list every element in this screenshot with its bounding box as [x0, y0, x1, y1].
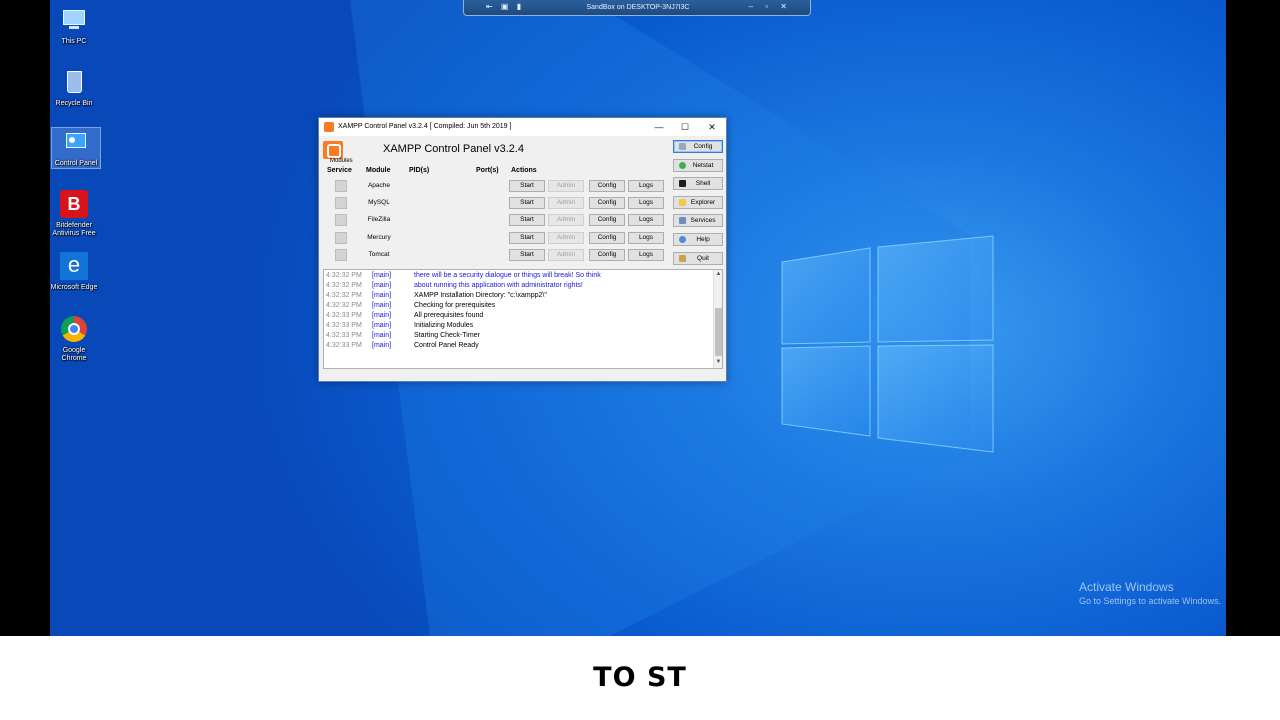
logs-button[interactable]: Logs: [628, 214, 664, 226]
logs-button[interactable]: Logs: [628, 232, 664, 244]
this-pc-icon: [59, 6, 89, 36]
logs-button[interactable]: Logs: [628, 249, 664, 261]
service-checkbox[interactable]: [335, 232, 347, 244]
admin-button: Admin: [548, 249, 584, 261]
service-checkbox[interactable]: [335, 197, 347, 209]
module-name: MySQL: [368, 199, 390, 206]
config-button[interactable]: Config: [589, 180, 625, 192]
activate-title: Activate Windows: [1079, 580, 1174, 594]
log-console[interactable]: 4:32:32 PM [main] there will be a securi…: [323, 269, 723, 369]
activate-subtitle: Go to Settings to activate Windows.: [1079, 596, 1222, 606]
pids-header: PID(s): [409, 167, 430, 174]
window-title: XAMPP Control Panel v3.2.4 [ Compiled: J…: [338, 123, 512, 130]
desktop-icon-recycle-bin[interactable]: Recycle Bin: [50, 68, 98, 108]
start-button[interactable]: Start: [509, 232, 545, 244]
window-titlebar[interactable]: XAMPP Control Panel v3.2.4 [ Compiled: J…: [319, 118, 726, 136]
recycle-bin-icon: [59, 68, 89, 98]
modules-header: Modules: [330, 158, 353, 164]
desktop-icon-control-panel[interactable]: Control Panel: [51, 127, 101, 169]
config-button[interactable]: Config: [589, 249, 625, 261]
admin-button: Admin: [548, 232, 584, 244]
actions-header: Actions: [511, 167, 537, 174]
bitdefender-icon: B: [59, 190, 89, 220]
scroll-down-arrow-icon[interactable]: ▼: [714, 359, 722, 365]
xampp-app-icon: [324, 122, 334, 132]
ports-header: Port(s): [476, 167, 499, 174]
admin-button: Admin: [548, 214, 584, 226]
video-caption: TO ST: [593, 662, 687, 693]
config-button[interactable]: Config: [589, 214, 625, 226]
netstat-button[interactable]: Netstat: [673, 159, 723, 172]
xampp-control-panel-window: XAMPP Control Panel v3.2.4 [ Compiled: J…: [318, 117, 727, 382]
sandbox-bar-window-controls[interactable]: – ▫ ✕: [749, 2, 792, 11]
desktop-icon-chrome[interactable]: Google Chrome: [50, 315, 98, 363]
services-button[interactable]: Services: [673, 214, 723, 227]
minimize-button[interactable]: —: [646, 119, 672, 135]
start-button[interactable]: Start: [509, 180, 545, 192]
config-button[interactable]: Config: [589, 232, 625, 244]
help-button[interactable]: Help: [673, 233, 723, 246]
service-checkbox[interactable]: [335, 214, 347, 226]
xampp-logo-icon: [323, 141, 343, 159]
logs-button[interactable]: Logs: [628, 197, 664, 209]
maximize-button[interactable]: ☐: [672, 119, 698, 135]
desktop-icon-this-pc[interactable]: This PC: [50, 6, 98, 46]
admin-button: Admin: [548, 197, 584, 209]
side-config-button[interactable]: Config: [673, 140, 723, 153]
desktop-icon-bitdefender[interactable]: B Bitdefender Antivirus Free: [50, 190, 98, 238]
close-button[interactable]: ✕: [699, 119, 725, 135]
log-scrollbar[interactable]: ▲ ▼: [713, 270, 722, 368]
start-button[interactable]: Start: [509, 214, 545, 226]
control-panel-icon: [61, 128, 91, 158]
logs-button[interactable]: Logs: [628, 180, 664, 192]
start-button[interactable]: Start: [509, 197, 545, 209]
config-button[interactable]: Config: [589, 197, 625, 209]
service-checkbox[interactable]: [335, 180, 347, 192]
module-name: Apache: [367, 182, 391, 189]
service-header: Service: [327, 167, 352, 174]
scroll-up-arrow-icon[interactable]: ▲: [714, 271, 722, 277]
admin-button: Admin: [548, 180, 584, 192]
panel-heading: XAMPP Control Panel v3.2.4: [383, 143, 525, 155]
sandbox-connection-bar[interactable]: ⇤ ▣ ▮ SandBox on DESKTOP-3NJ7I3C – ▫ ✕: [463, 0, 811, 16]
module-name: FileZilla: [367, 216, 391, 223]
desktop-icon-edge[interactable]: e Microsoft Edge: [50, 252, 98, 292]
service-checkbox[interactable]: [335, 249, 347, 261]
screen: This PC Recycle Bin Control Panel B Bitd…: [0, 0, 1280, 720]
module-name: Mercury: [367, 234, 391, 241]
quit-button[interactable]: Quit: [673, 252, 723, 265]
shell-button[interactable]: Shell: [673, 177, 723, 190]
activate-windows-watermark: Activate Windows Go to Settings to activ…: [1079, 580, 1221, 606]
module-name: Tomcat: [368, 251, 390, 258]
scrollbar-thumb[interactable]: [715, 308, 722, 356]
edge-icon: e: [59, 252, 89, 282]
explorer-button[interactable]: Explorer: [673, 196, 723, 209]
module-header: Module: [366, 167, 391, 174]
chrome-icon: [59, 315, 89, 345]
start-button[interactable]: Start: [509, 249, 545, 261]
